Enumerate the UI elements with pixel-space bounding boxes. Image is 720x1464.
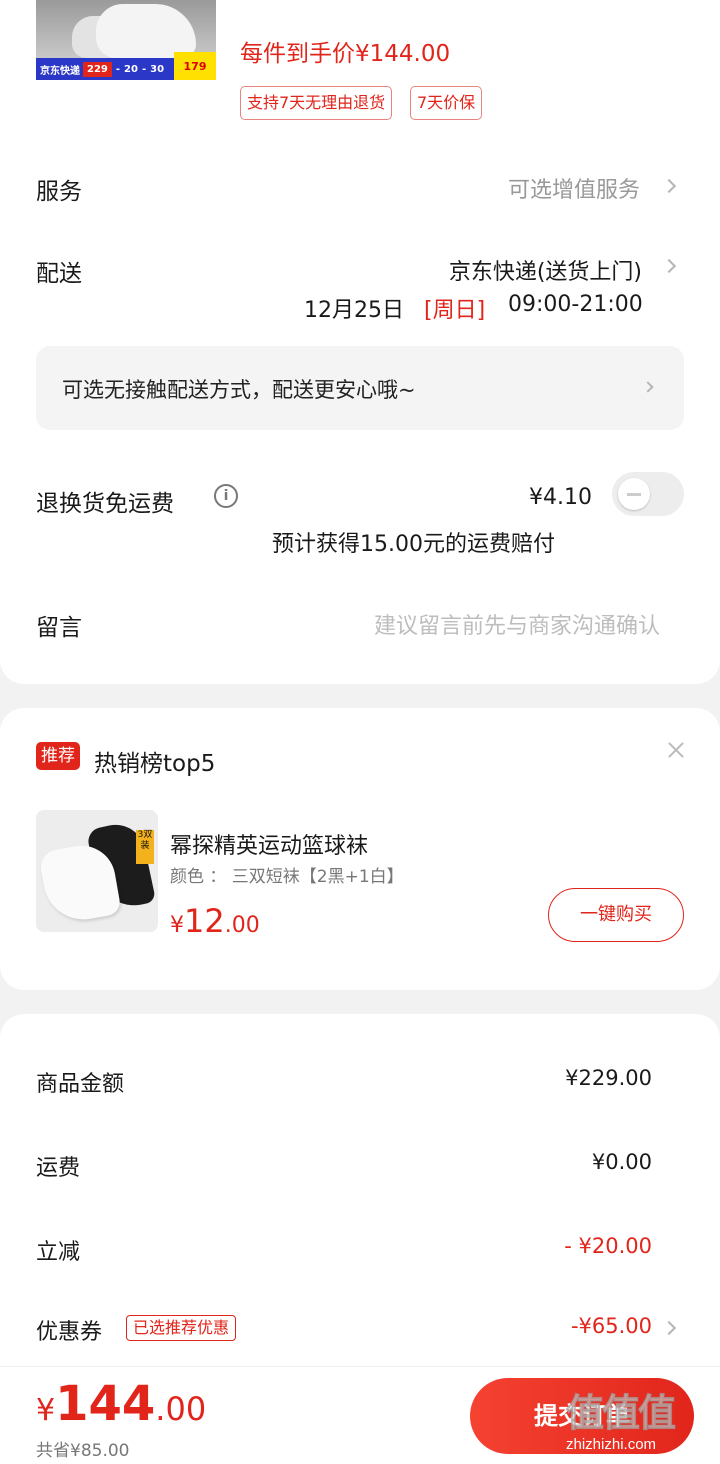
recommend-title: 热销榜top5: [94, 751, 216, 777]
return-shipping-toggle[interactable]: [612, 472, 684, 516]
promo-minus-glyph: -: [115, 63, 121, 75]
instant-discount-label: 立减: [36, 1240, 81, 1265]
message-input[interactable]: 建议留言前先与商家沟通确认: [374, 608, 660, 640]
recommend-badge: 推荐: [36, 742, 80, 770]
message-label: 留言: [36, 615, 82, 641]
delivery-label: 配送: [36, 261, 82, 287]
watermark-site: zhizhizhi.com: [566, 1436, 657, 1453]
price-integer: 12: [184, 902, 225, 940]
watermark-logo: 值值值: [565, 1391, 676, 1436]
promo-coupon: 30: [150, 63, 165, 75]
info-icon[interactable]: i: [214, 484, 238, 508]
return-shipping-note: 预计获得15.00元的运费赔付: [272, 532, 555, 557]
close-icon[interactable]: [666, 740, 686, 760]
price-currency: ¥: [170, 913, 184, 938]
delivery-weekday: [周日]: [424, 298, 486, 323]
coupon-selected-tag[interactable]: 已选推荐优惠: [126, 1315, 237, 1341]
toggle-knob: [618, 478, 650, 510]
service-label: 服务: [36, 179, 82, 205]
return-shipping-price: ¥4.10: [529, 485, 592, 510]
goods-amount-label: 商品金额: [36, 1072, 125, 1097]
return-shipping-label: 退换货免运费: [36, 491, 174, 517]
recommend-product-thumbnail[interactable]: 3双装: [36, 810, 158, 932]
pack-label: 3双装: [136, 830, 154, 864]
delivery-time: 09:00-21:00: [508, 292, 643, 317]
recommend-product-spec: 颜色 ： 三双短袜【2黑+1白】: [170, 867, 404, 887]
promo-minus-glyph-2: -: [141, 63, 147, 75]
goods-amount-value: ¥229.00: [565, 1066, 652, 1090]
recommend-product-price: ¥12.00: [170, 902, 260, 940]
site-watermark: 值值值 zhizhizhi.com: [565, 1382, 716, 1458]
one-click-buy-button[interactable]: 一键购买: [548, 888, 684, 942]
service-value[interactable]: 可选增值服务: [508, 172, 640, 204]
order-total: ¥144.00: [36, 1376, 206, 1432]
price-protect-tag: 7天价保: [410, 86, 483, 120]
coupon-label: 优惠券: [36, 1320, 103, 1345]
promo-final-price: 179: [174, 52, 216, 80]
price-decimal: .00: [224, 913, 260, 938]
shipping-fee-value: ¥0.00: [591, 1150, 652, 1174]
product-thumbnail[interactable]: 京东快递 229 - 20 - 30 179: [36, 0, 216, 80]
coupon-value[interactable]: -¥65.00: [571, 1314, 652, 1338]
thumbnail-promo-strip: 京东快递 229 - 20 - 30 179: [36, 52, 216, 80]
delivery-date: 12月25日: [304, 298, 404, 323]
total-decimal: .00: [155, 1390, 207, 1428]
shoe-image: [96, 4, 196, 58]
shipping-fee-label: 运费: [36, 1156, 81, 1181]
total-integer: 144: [55, 1376, 156, 1432]
promo-discount: 20: [124, 63, 138, 75]
contactless-notice-text: 可选无接触配送方式，配送更安心哦~: [62, 378, 416, 402]
promo-jd-express: 京东快递: [40, 65, 80, 77]
instant-discount-value: - ¥20.00: [564, 1234, 652, 1258]
total-currency: ¥: [36, 1393, 56, 1428]
recommend-product-name[interactable]: 幂探精英运动篮球袜: [170, 828, 368, 860]
return-policy-tag: 支持7天无理由退货: [240, 86, 393, 120]
delivery-method[interactable]: 京东快递(送货上门): [449, 254, 642, 286]
contactless-chevron-icon: [642, 381, 654, 393]
contactless-delivery-option[interactable]: 可选无接触配送方式，配送更安心哦~: [36, 346, 684, 430]
promo-original-price: 229: [83, 61, 112, 77]
unit-price: 每件到手价¥144.00: [240, 41, 451, 67]
total-saved: 共省¥85.00: [36, 1441, 130, 1461]
